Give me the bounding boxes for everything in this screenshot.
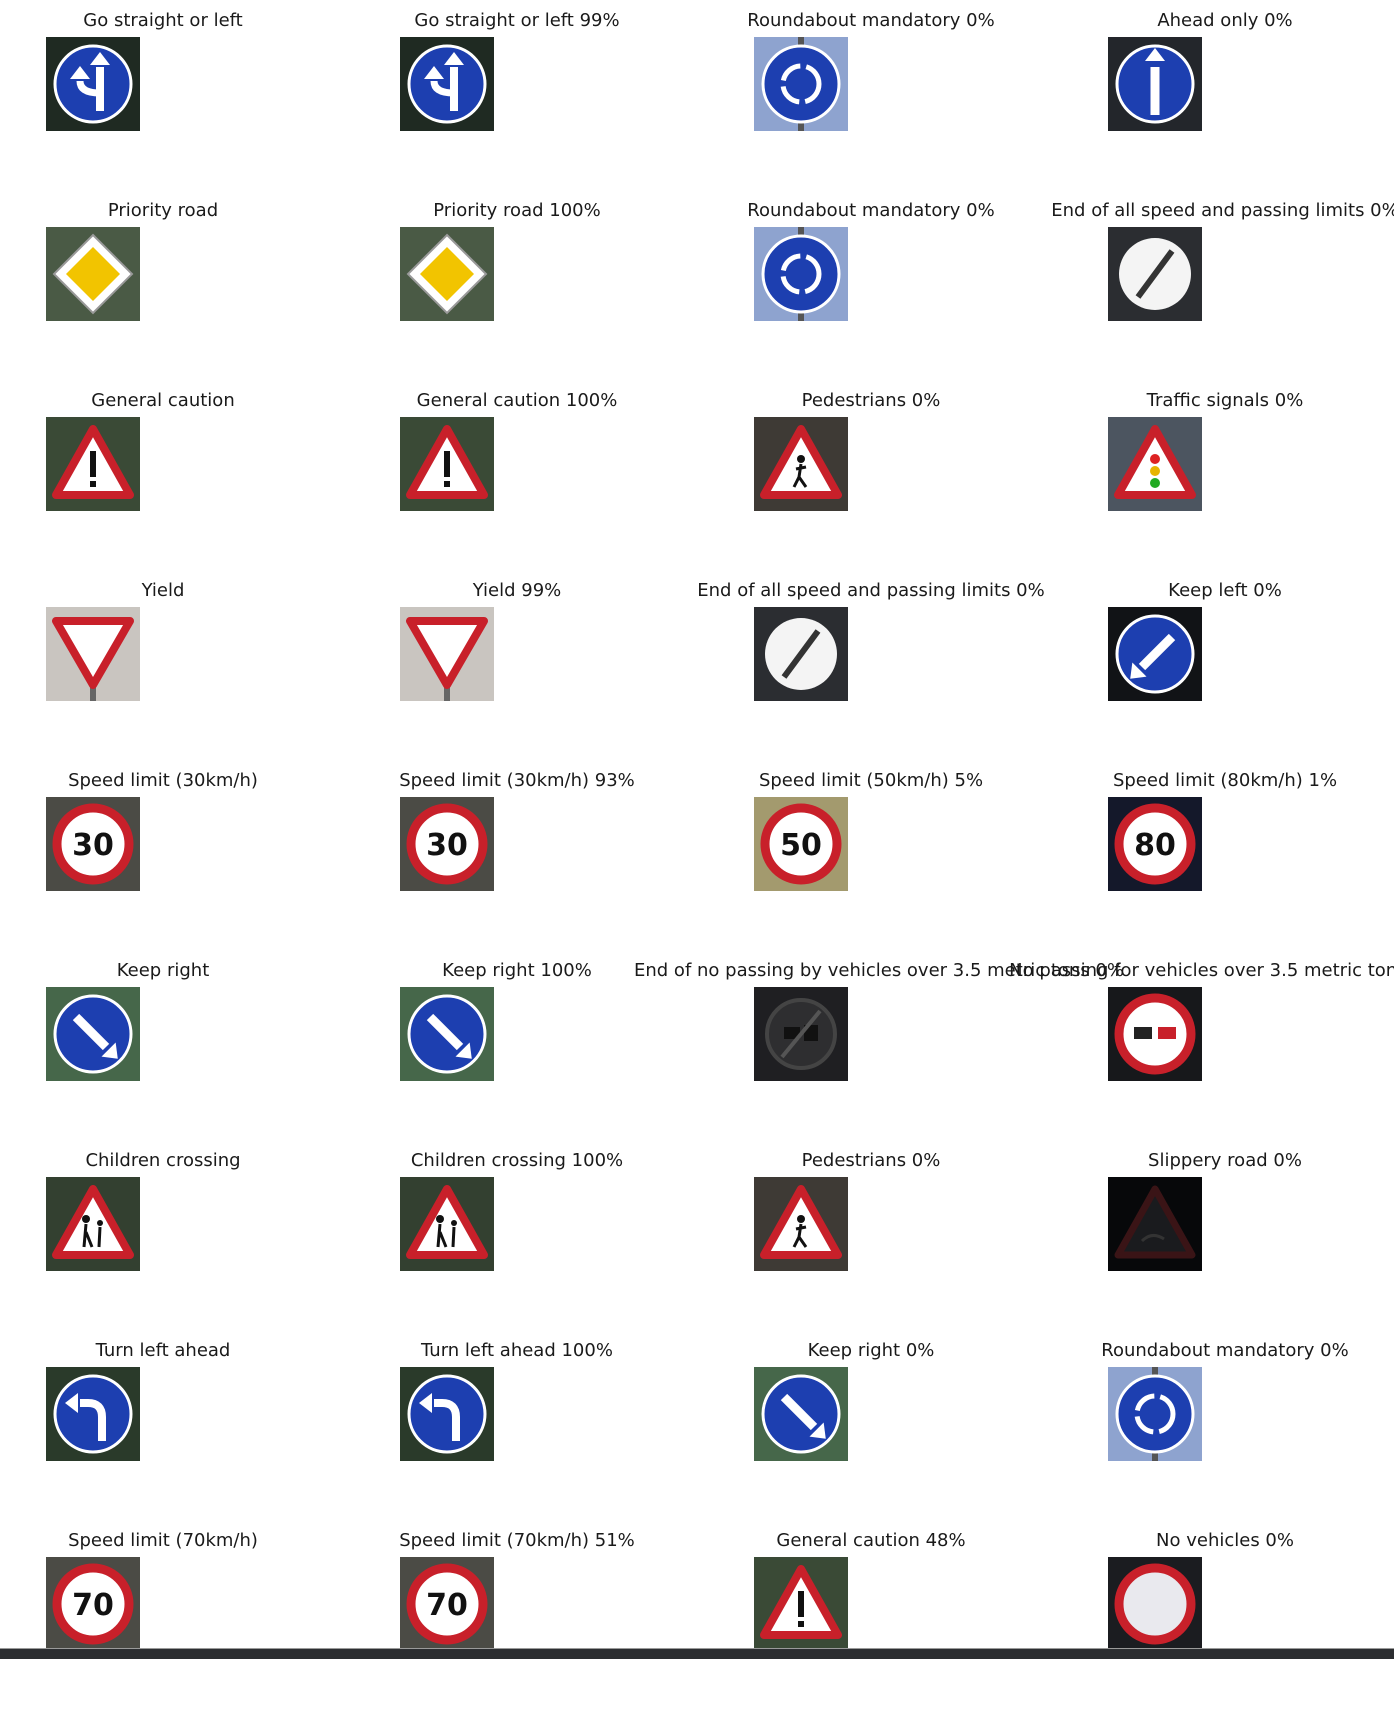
speed-limit-30-sign-icon: 30 bbox=[400, 797, 494, 891]
roundabout-mandatory-sign-icon bbox=[754, 37, 848, 131]
keep-right-sign-icon bbox=[400, 987, 494, 1081]
svg-text:80: 80 bbox=[1134, 828, 1176, 863]
prediction-grid: Go straight or left Go straight or left … bbox=[0, 0, 1394, 1651]
pedestrians-sign-icon bbox=[754, 1177, 848, 1271]
keep-right-sign-icon bbox=[46, 987, 140, 1081]
svg-text:30: 30 bbox=[72, 828, 114, 863]
no-passing-trucks-sign-icon bbox=[1108, 987, 1202, 1081]
pedestrians-sign-icon bbox=[754, 417, 848, 511]
yield-sign-icon bbox=[400, 607, 494, 701]
grid-cell-r2-prediction-3: End of all speed and passing limits 0% bbox=[1048, 190, 1394, 380]
go-straight-or-left-sign-icon bbox=[400, 37, 494, 131]
general-caution-sign-icon bbox=[754, 1557, 848, 1651]
roundabout-mandatory-sign-icon bbox=[1108, 1367, 1202, 1461]
keep-right-sign-icon bbox=[754, 1367, 848, 1461]
traffic-signals-sign-icon bbox=[1108, 417, 1202, 511]
grid-cell-r7-prediction-3: Slippery road 0% bbox=[1048, 1140, 1394, 1330]
keep-left-sign-icon bbox=[1108, 607, 1202, 701]
prediction-label: Roundabout mandatory 0% bbox=[1101, 1340, 1349, 1361]
roundabout-mandatory-sign-icon bbox=[754, 227, 848, 321]
prediction-label: Ahead only 0% bbox=[1157, 10, 1293, 31]
grid-cell-r9-prediction-3: No vehicles 0% bbox=[1048, 1520, 1394, 1710]
children-crossing-sign-icon bbox=[400, 1177, 494, 1271]
grid-cell-r4-prediction-3: Keep left 0% bbox=[1048, 570, 1394, 760]
svg-text:50: 50 bbox=[780, 828, 822, 863]
priority-road-sign-icon bbox=[400, 227, 494, 321]
prediction-label: No passing for vehicles over 3.5 metric … bbox=[1009, 960, 1394, 981]
slippery-road-sign-icon bbox=[1108, 1177, 1202, 1271]
general-caution-sign-icon bbox=[400, 417, 494, 511]
svg-text:30: 30 bbox=[426, 828, 468, 863]
speed-limit-70-sign-icon: 70 bbox=[400, 1557, 494, 1651]
svg-text:70: 70 bbox=[426, 1588, 468, 1623]
grid-cell-r6-prediction-3: No passing for vehicles over 3.5 metric … bbox=[1009, 950, 1394, 1140]
speed-limit-50-sign-icon: 50 bbox=[754, 797, 848, 891]
turn-left-ahead-sign-icon bbox=[46, 1367, 140, 1461]
children-crossing-sign-icon bbox=[46, 1177, 140, 1271]
priority-road-sign-icon bbox=[46, 227, 140, 321]
window-bottom-edge bbox=[0, 1648, 1394, 1659]
go-straight-or-left-sign-icon bbox=[46, 37, 140, 131]
turn-left-ahead-sign-icon bbox=[400, 1367, 494, 1461]
grid-cell-r8-prediction-3: Roundabout mandatory 0% bbox=[1048, 1330, 1394, 1520]
speed-limit-30-sign-icon: 30 bbox=[46, 797, 140, 891]
general-caution-sign-icon bbox=[46, 417, 140, 511]
grid-cell-r3-prediction-3: Traffic signals 0% bbox=[1048, 380, 1394, 570]
end-of-no-passing-trucks-sign-icon bbox=[754, 987, 848, 1081]
ahead-only-sign-icon bbox=[1108, 37, 1202, 131]
speed-limit-80-sign-icon: 80 bbox=[1108, 797, 1202, 891]
prediction-label: Slippery road 0% bbox=[1148, 1150, 1302, 1171]
speed-limit-70-sign-icon: 70 bbox=[46, 1557, 140, 1651]
prediction-label: No vehicles 0% bbox=[1156, 1530, 1294, 1551]
end-of-all-limits-sign-icon bbox=[754, 607, 848, 701]
end-of-all-limits-sign-icon bbox=[1108, 227, 1202, 321]
yield-sign-icon bbox=[46, 607, 140, 701]
grid-cell-r1-prediction-3: Ahead only 0% bbox=[1048, 0, 1394, 190]
prediction-label: End of all speed and passing limits 0% bbox=[1051, 200, 1394, 221]
no-vehicles-sign-icon bbox=[1108, 1557, 1202, 1651]
prediction-label: Keep left 0% bbox=[1168, 580, 1282, 601]
prediction-label: Traffic signals 0% bbox=[1146, 390, 1304, 411]
grid-cell-r5-prediction-3: Speed limit (80km/h) 1% 80 bbox=[1048, 760, 1394, 950]
prediction-label: Speed limit (80km/h) 1% bbox=[1112, 770, 1338, 791]
svg-text:70: 70 bbox=[72, 1588, 114, 1623]
